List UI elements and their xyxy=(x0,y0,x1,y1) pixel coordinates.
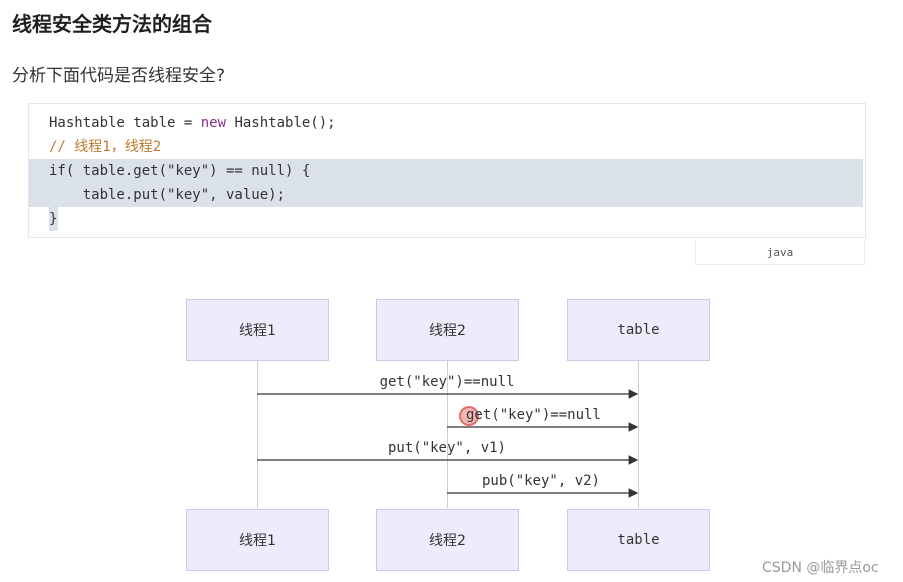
watermark: CSDN @临界点oc xyxy=(762,560,879,576)
message-label-1: get("key")==null xyxy=(379,374,515,390)
message-label-2: get("key")==null xyxy=(466,407,601,423)
message-label-4: pub("key", v2) xyxy=(481,473,600,489)
message-label-3: put("key", v1) xyxy=(387,440,506,456)
sequence-diagram: 线程1 线程2 table 线程1 线程2 table get("key")==… xyxy=(0,0,903,582)
message-arrows xyxy=(257,389,639,498)
